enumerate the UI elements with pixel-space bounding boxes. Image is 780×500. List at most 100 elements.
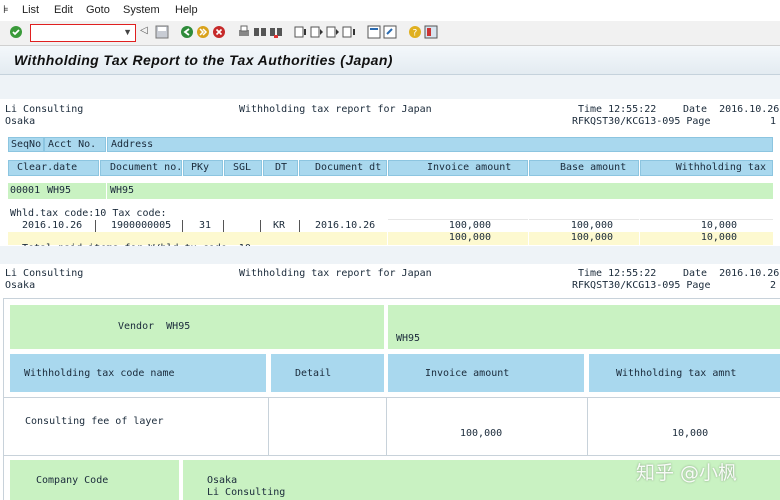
item-dt: KR	[273, 220, 286, 231]
create-session-icon[interactable]	[367, 25, 381, 39]
row-divider	[3, 397, 780, 398]
previous-page-icon[interactable]	[310, 25, 324, 39]
company-code-label-cell: Company Code	[10, 460, 179, 500]
total-base-amount: 100,000	[529, 232, 639, 245]
cancel-icon[interactable]	[212, 25, 226, 39]
find-icon[interactable]	[253, 25, 267, 39]
next-page-icon[interactable]	[326, 25, 340, 39]
page-title: Withholding Tax Report to the Tax Author…	[14, 52, 393, 68]
withholding-tax-amount-value: 10,000	[672, 428, 709, 439]
page-number: 1	[770, 116, 777, 127]
report-time: Time 12:55:22	[578, 104, 657, 115]
company-name: Li Consulting	[5, 104, 84, 115]
column-divider	[95, 220, 96, 232]
report-program: RFKQST30/KCG13-095 Page	[572, 280, 711, 291]
item-base-amount: 100,000	[529, 219, 639, 232]
tax-code-name-value: Consulting fee of layer	[25, 416, 164, 427]
invoice-amount-value: 100,000	[460, 428, 503, 439]
vendor-label-cell: Vendor WH95	[10, 305, 384, 349]
company-city: Osaka	[5, 280, 36, 291]
last-page-icon[interactable]	[342, 25, 356, 39]
column-header-address: Address	[107, 137, 773, 152]
page-number: 2	[770, 280, 777, 291]
report-title: Withholding tax report for Japan	[239, 104, 432, 115]
column-divider	[299, 220, 300, 232]
chevron-down-icon[interactable]: ▼	[123, 27, 132, 37]
row-divider	[3, 455, 780, 456]
menu-edit[interactable]: Edit	[54, 4, 73, 16]
help-icon[interactable]: ?	[408, 25, 422, 39]
watermark-text: 知乎 @小枫	[636, 462, 738, 484]
vendor-value-cell: WH95	[388, 305, 780, 349]
column-header-seqno: SeqNo	[8, 137, 44, 152]
column-divider	[260, 220, 261, 232]
save-icon[interactable]	[155, 25, 169, 39]
column-header-document-dt: Document dt	[299, 160, 387, 176]
menu-system[interactable]: System	[123, 4, 160, 16]
company-city: Osaka	[5, 116, 36, 127]
collapse-icon[interactable]: ◁	[140, 25, 154, 39]
item-clear-date: 2016.10.26	[22, 220, 83, 231]
sap-menu-icon[interactable]: ⊧	[3, 3, 9, 16]
first-page-icon[interactable]	[294, 25, 308, 39]
report-date: Date 2016.10.26	[683, 268, 780, 279]
print-icon[interactable]	[237, 25, 251, 39]
exit-icon[interactable]	[196, 25, 210, 39]
report-program: RFKQST30/KCG13-095 Page	[572, 116, 711, 127]
column-header-detail-cell: Detail	[271, 354, 384, 392]
command-field[interactable]: ▼	[30, 24, 136, 42]
report-date: Date 2016.10.26	[683, 104, 780, 115]
enter-icon[interactable]	[9, 25, 23, 39]
svg-text:?: ?	[413, 29, 418, 39]
column-header-withholding-tax: Withholding tax	[640, 160, 773, 176]
vendor-account[interactable]: WH95	[44, 183, 106, 199]
back-icon[interactable]	[180, 25, 194, 39]
column-header-acct-no: Acct No.	[44, 137, 106, 152]
column-header-tax-code-name: Withholding tax code name	[24, 368, 175, 379]
total-invoice-amount: 100,000	[388, 232, 528, 245]
column-header-tax-code-name-cell: Withholding tax code name	[10, 354, 266, 392]
total-row-label-cell: Total paid items for W/hld.tx code 10	[8, 232, 387, 254]
column-divider	[223, 220, 224, 232]
column-divider	[268, 397, 269, 455]
menu-goto[interactable]: Goto	[86, 4, 110, 16]
column-header-withholding-tax-amount-cell: Withholding tax amnt	[589, 354, 780, 392]
column-header-sgl: SGL	[224, 160, 262, 176]
company-code-city: Osaka	[207, 475, 238, 486]
standard-toolbar: ▼ ◁ ?	[0, 21, 780, 46]
column-header-base-amount: Base amount	[529, 160, 639, 176]
report-title: Withholding tax report for Japan	[239, 268, 432, 279]
column-header-detail: Detail	[295, 368, 332, 379]
item-pky: 31	[199, 220, 212, 231]
item-document-dt: 2016.10.26	[315, 220, 376, 231]
tax-code-line: Whld.tax code:10 Tax code:	[10, 208, 167, 219]
company-code-company: Li Consulting	[207, 487, 286, 498]
total-withholding-tax: 10,000	[640, 232, 773, 245]
shortcut-icon[interactable]	[383, 25, 397, 39]
screen-title-bar: Withholding Tax Report to the Tax Author…	[0, 46, 780, 75]
column-divider	[587, 397, 588, 455]
vendor-label: Vendor WH95	[118, 321, 191, 332]
column-header-dt: DT	[263, 160, 298, 176]
separator-band	[0, 75, 780, 99]
layout-icon[interactable]	[424, 25, 438, 39]
menu-help[interactable]: Help	[175, 4, 198, 16]
item-document-no[interactable]: 1900000005	[111, 220, 171, 231]
column-header-clear-date: Clear.date	[8, 160, 99, 176]
column-divider	[182, 220, 183, 232]
company-name: Li Consulting	[5, 268, 84, 279]
find-next-icon[interactable]	[269, 25, 283, 39]
vendor-name: WH95	[107, 183, 773, 199]
vendor-seqno: 00001	[8, 183, 44, 199]
column-header-invoice-amount-cell: Invoice amount	[388, 354, 584, 392]
column-header-pky: PKy	[183, 160, 223, 176]
separator-band	[0, 246, 780, 264]
column-header-invoice-amount: Invoice amount	[388, 160, 528, 176]
column-header-document-no: Document no.	[100, 160, 182, 176]
report-time: Time 12:55:22	[578, 268, 657, 279]
company-code-label: Company Code	[36, 475, 109, 486]
menu-list[interactable]: List	[22, 4, 39, 16]
column-header-invoice-amount: Invoice amount	[425, 368, 510, 379]
column-divider	[386, 397, 387, 455]
item-withholding-tax: 10,000	[640, 219, 773, 232]
